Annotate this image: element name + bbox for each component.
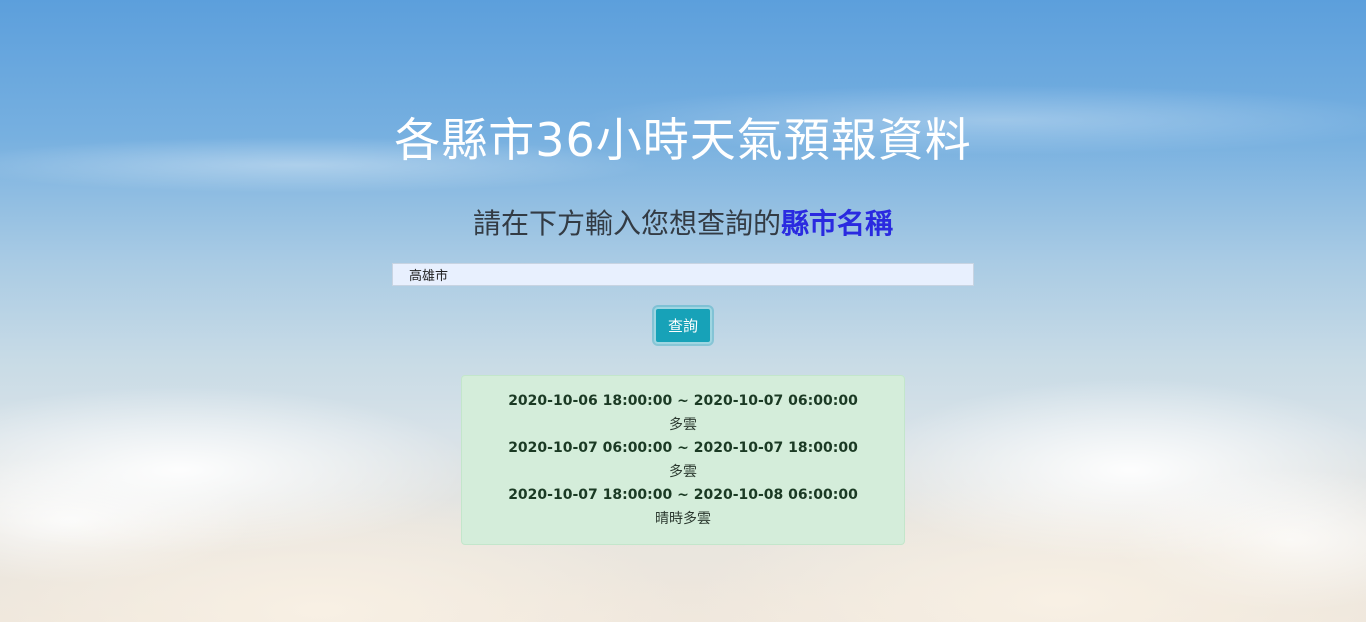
- forecast-item: 2020-10-07 18:00:00 ~ 2020-10-08 06:00:0…: [462, 484, 904, 531]
- page-title: 各縣市36小時天氣預報資料: [394, 113, 972, 167]
- forecast-weather: 多雲: [669, 464, 697, 480]
- page-root: 各縣市36小時天氣預報資料 請在下方輸入您想查詢的縣市名稱 查詢 2020-10…: [0, 0, 1366, 622]
- query-button[interactable]: 查詢: [654, 307, 712, 344]
- forecast-item: 2020-10-07 06:00:00 ~ 2020-10-07 18:00:0…: [462, 437, 904, 484]
- forecast-time-range: 2020-10-06 18:00:00 ~ 2020-10-07 06:00:0…: [508, 393, 858, 409]
- city-search-input[interactable]: [392, 263, 974, 286]
- forecast-time-range: 2020-10-07 06:00:00 ~ 2020-10-07 18:00:0…: [508, 440, 858, 456]
- forecast-item: 2020-10-06 18:00:00 ~ 2020-10-07 06:00:0…: [462, 390, 904, 437]
- forecast-weather: 晴時多雲: [655, 511, 711, 527]
- forecast-weather: 多雲: [669, 417, 697, 433]
- instruction-prefix: 請在下方輸入您想查詢的: [472, 207, 781, 240]
- forecast-time-range: 2020-10-07 18:00:00 ~ 2020-10-08 06:00:0…: [508, 487, 858, 503]
- search-instruction: 請在下方輸入您想查詢的縣市名稱: [0, 204, 1366, 244]
- forecast-panel: 2020-10-06 18:00:00 ~ 2020-10-07 06:00:0…: [461, 375, 905, 545]
- instruction-highlight: 縣市名稱: [781, 207, 894, 240]
